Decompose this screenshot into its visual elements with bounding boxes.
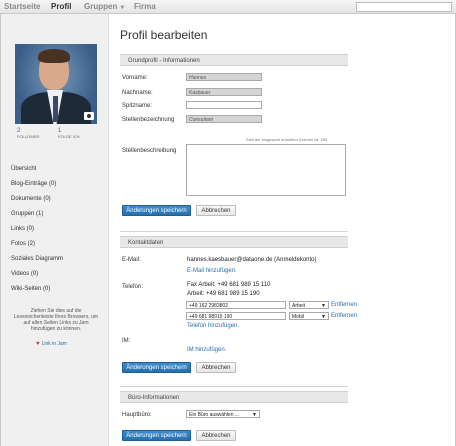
following-stat[interactable]: 1 FOLGE ICH — [58, 128, 88, 139]
photo-hair — [38, 49, 70, 63]
phone-type-value: Mobil — [292, 314, 304, 320]
basic-info-header: Grundprofil - Informationen — [120, 54, 348, 66]
follower-label: FOLLOWER — [17, 134, 40, 139]
main-content: Profil bearbeiten Grundprofil - Informat… — [110, 14, 455, 446]
add-email-link[interactable]: E-Mail hinzufügen. — [187, 268, 237, 274]
save-contact-button[interactable]: Änderungen speichern — [122, 362, 191, 373]
link-in-jam-label: Link in Jam — [41, 341, 67, 347]
search-input[interactable] — [356, 2, 452, 12]
phone-label: Telefon: — [122, 284, 144, 290]
photo-tie — [53, 96, 58, 122]
add-im-link[interactable]: IM hinzufügen. — [187, 347, 226, 353]
nickname-label: Spitzname: — [122, 103, 153, 109]
position-label: Stellenbezeichnung — [122, 117, 175, 123]
office-header: Büro-Informationen — [120, 391, 348, 403]
phone-type-value: Arbeit — [292, 303, 306, 309]
heart-icon: ♥ — [36, 341, 40, 347]
following-label: FOLGE ICH — [58, 134, 80, 139]
remove-phone-link[interactable]: Entfernen — [331, 302, 357, 308]
nav-firma[interactable]: Firma — [134, 2, 156, 11]
cancel-contact-button[interactable]: Abbrechen — [196, 362, 236, 373]
fax-value: Fax Arbeit: +49 681 989 15 110 — [187, 282, 271, 288]
nickname-field[interactable] — [186, 101, 262, 109]
profile-sidebar: 2 FOLLOWER 1 FOLGE ICH Übersicht Blog-Ei… — [1, 14, 109, 446]
sidebar-item-links[interactable]: Links (0) — [11, 226, 34, 232]
save-basic-button[interactable]: Änderungen speichern — [122, 205, 191, 216]
office-label: Hauptbüro: — [122, 412, 152, 418]
phone-number-field[interactable]: +49 162 2983802 — [186, 301, 286, 309]
phone-type-select[interactable]: Arbeit ▼ — [289, 301, 329, 309]
link-in-jam[interactable]: ♥ Link in Jam — [36, 341, 67, 347]
office-select-value: Ein Büro auswählen ... — [189, 412, 240, 418]
email-value: hannes.kaesbauer@dataone.de (Anmeldekont… — [187, 257, 317, 263]
add-phone-link[interactable]: Telefon hinzufügen. — [187, 323, 239, 329]
contact-header: Kontaktdaten — [120, 236, 348, 248]
contact-divider — [120, 231, 348, 232]
bookmarklet-note: Ziehen Sie dies auf die Lesezeichenleist… — [13, 308, 99, 332]
sidebar-item-diagramm[interactable]: Soziales Diagramm — [11, 256, 63, 262]
nav-gruppen[interactable]: Gruppen ▼ — [84, 2, 125, 11]
email-label: E-Mail: — [122, 257, 141, 263]
first-name-label: Vorname: — [122, 75, 148, 81]
phone-number-field[interactable]: +49 681 98915 190 — [186, 312, 286, 320]
sidebar-item-fotos[interactable]: Fotos (2) — [11, 241, 35, 247]
work-phone-value: Arbeit: +49 681 989 15 190 — [187, 291, 260, 297]
remove-phone-link[interactable]: Entfernen — [331, 313, 357, 319]
cancel-office-button[interactable]: Abbrechen — [196, 430, 236, 441]
phone-type-select[interactable]: Mobil ▼ — [289, 312, 329, 320]
sidebar-item-blog[interactable]: Blog-Einträge (0) — [11, 181, 56, 187]
save-office-button[interactable]: Änderungen speichern — [122, 430, 191, 441]
cancel-basic-button[interactable]: Abbrechen — [196, 205, 236, 216]
last-name-field[interactable]: Kasbauer — [186, 88, 262, 96]
sidebar-item-dokumente[interactable]: Dokumente (0) — [11, 196, 51, 202]
position-field[interactable]: Consultant — [186, 115, 262, 123]
page-title: Profil bearbeiten — [120, 28, 208, 42]
im-label: IM: — [122, 338, 131, 344]
sidebar-item-uebersicht[interactable]: Übersicht — [11, 166, 36, 172]
description-textarea[interactable] — [186, 144, 346, 196]
chevron-down-icon: ▼ — [321, 303, 326, 309]
first-name-field[interactable]: Hannes — [186, 73, 262, 81]
chevron-down-icon: ▼ — [321, 314, 326, 320]
description-label: Stellenbeschreibung — [122, 148, 177, 154]
sidebar-item-wiki[interactable]: Wiki-Seiten (0) — [11, 286, 50, 292]
sidebar-item-videos[interactable]: Videos (0) — [11, 271, 38, 277]
nav-profil[interactable]: Profil — [51, 2, 71, 11]
chevron-down-icon: ▼ — [252, 412, 257, 418]
sidebar-item-gruppen[interactable]: Gruppen (1) — [11, 211, 43, 217]
camera-icon[interactable] — [84, 112, 94, 120]
top-navigation: Startseite Profil Gruppen ▼ Firma — [0, 0, 456, 14]
office-select[interactable]: Ein Büro auswählen ... ▼ — [186, 410, 260, 418]
office-divider — [120, 386, 348, 387]
follower-stat[interactable]: 2 FOLLOWER — [17, 128, 47, 139]
nav-startseite[interactable]: Startseite — [4, 2, 40, 11]
chevron-down-icon: ▼ — [119, 5, 126, 11]
nav-gruppen-label: Gruppen — [84, 2, 118, 11]
char-limit-hint: Zahl der insgesamt erlaubten Zeichen ist… — [246, 137, 328, 142]
last-name-label: Nachname: — [122, 90, 153, 96]
